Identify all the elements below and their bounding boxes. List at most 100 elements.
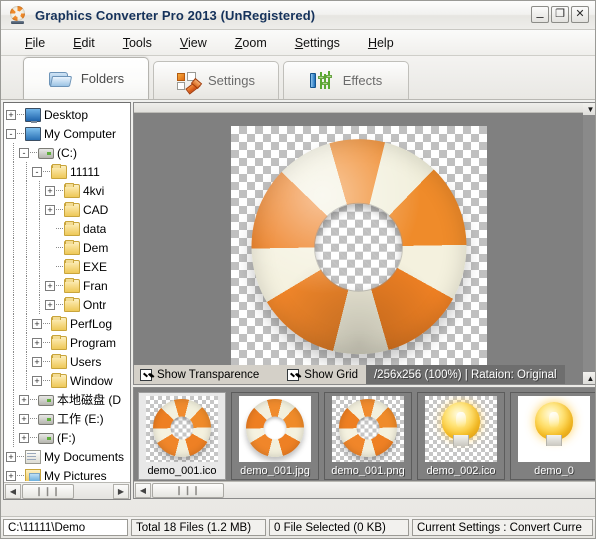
tree-item[interactable]: - My Computer [6, 124, 130, 143]
menu-item-help[interactable]: Help [354, 33, 408, 53]
tab-effects[interactable]: Effects [283, 61, 409, 99]
tree-expand-icon[interactable]: + [6, 109, 16, 120]
tree-scroll-right-button[interactable]: ▶ [113, 483, 129, 499]
tree-item[interactable]: + PerfLog [6, 314, 130, 333]
maximize-button[interactable]: ❐ [551, 6, 569, 23]
thumbnail-horizontal-scrollbar[interactable]: ◀ ❙❙❙ [134, 481, 595, 498]
menu-item-edit[interactable]: Edit [59, 33, 109, 53]
tree-expand-icon[interactable]: + [6, 451, 16, 462]
tree-item-label: (C:) [57, 145, 77, 160]
preview-scroll-track[interactable] [583, 115, 595, 372]
tree-expand-icon[interactable]: + [45, 299, 55, 310]
thumbnail-strip: demo_001.ico demo_001.jpg demo_001.png demo… [133, 387, 595, 499]
tree-collapse-icon[interactable]: - [32, 166, 42, 177]
tree-expand-icon[interactable]: + [32, 356, 42, 367]
status-current-settings: Current Settings : Convert Curre [412, 519, 593, 536]
tree-item[interactable]: + Fran [6, 276, 130, 295]
tree-scroll-left-button[interactable]: ◀ [5, 483, 21, 499]
tree-expand-icon[interactable]: + [19, 413, 29, 424]
tree-item[interactable]: + Users [6, 352, 130, 371]
tree-item-label: Ontr [83, 297, 107, 312]
title-bar: Graphics Converter Pro 2013 (UnRegistere… [1, 1, 595, 30]
menu-item-zoom[interactable]: Zoom [221, 33, 281, 53]
tree-item[interactable]: + Desktop [6, 105, 130, 124]
tree-expand-icon[interactable]: + [6, 470, 16, 481]
thumbnail-scroll-left-button[interactable]: ◀ [135, 482, 151, 498]
thumbnail-scroll-track[interactable] [224, 483, 595, 498]
thumbnail-item[interactable]: demo_001.jpg [231, 392, 319, 480]
thumbnail-label: demo_002.ico [426, 465, 496, 477]
tree-expand-icon[interactable]: + [32, 375, 42, 386]
minimize-button[interactable]: – [531, 6, 549, 23]
show-transparence-checkbox[interactable] [140, 368, 152, 381]
tree-item[interactable]: + (F:) [6, 428, 130, 447]
tree-item[interactable]: + My Documents [6, 447, 130, 466]
show-transparence-group[interactable]: Show Transparence Show Grid [134, 365, 366, 384]
tree-indent [32, 200, 45, 219]
tree-item[interactable]: + CAD [6, 200, 130, 219]
preview-scroll-down-button[interactable]: ▲ [583, 372, 595, 384]
menu-item-tools[interactable]: Tools [109, 33, 166, 53]
window-controls: – ❐ ✕ [531, 6, 589, 23]
tree-indent [19, 181, 32, 200]
maximize-icon: ❐ [555, 8, 565, 20]
tree-indent [19, 238, 32, 257]
thumbnail-label: demo_0 [534, 465, 574, 477]
tree-item[interactable]: + 本地磁盘 (D [6, 390, 130, 409]
tree-item[interactable]: Dem [6, 238, 130, 257]
tree-expand-icon[interactable]: + [45, 204, 55, 215]
folder-icon [64, 277, 80, 293]
tree-item[interactable]: + 工作 (E:) [6, 409, 130, 428]
tree-scroll-track[interactable] [74, 484, 112, 499]
tab-folders-label: Folders [80, 71, 125, 86]
tree-item[interactable]: + Program [6, 333, 130, 352]
tree-item-label: PerfLog [70, 316, 113, 331]
lifebuoy-icon [339, 398, 397, 457]
menu-item-view[interactable]: View [166, 33, 221, 53]
menu-item-settings[interactable]: Settings [281, 33, 354, 53]
folder-tree-scroll[interactable]: + Desktop - My Computer - (C:) -11111 +4kvi + CAD… [4, 103, 130, 481]
folder-icon [64, 182, 80, 198]
tree-item[interactable]: + Ontr [6, 295, 130, 314]
thumbnail-item[interactable]: demo_001.ico [138, 392, 226, 480]
tree-connector [56, 285, 63, 286]
tree-expand-icon[interactable]: + [19, 432, 29, 443]
tree-indent [6, 371, 19, 390]
thumbnail-item[interactable]: demo_001.png [324, 392, 412, 480]
thumbnail-item[interactable]: demo_002.ico [417, 392, 505, 480]
tree-item[interactable]: + My Pictures [6, 466, 130, 481]
thumbnail-item[interactable]: demo_0 [510, 392, 595, 480]
preview-scroll-up-button[interactable]: ▼ [583, 103, 595, 115]
show-grid-checkbox[interactable] [287, 368, 300, 381]
tree-connector [56, 190, 63, 191]
tree-horizontal-scrollbar[interactable]: ◀ ❙❙❙ ▶ [4, 482, 130, 499]
tree-scroll-thumb[interactable]: ❙❙❙ [22, 483, 74, 499]
tab-folders[interactable]: Folders [23, 57, 149, 99]
tree-collapse-icon[interactable]: - [6, 128, 16, 139]
preview-vertical-scrollbar[interactable]: ▼ ▲ [583, 103, 595, 384]
folder-icon [64, 201, 80, 217]
tree-item[interactable]: - (C:) [6, 143, 130, 162]
settings-icon [177, 71, 199, 91]
folder-tree: + Desktop - My Computer - (C:) -11111 +4kvi + CAD… [4, 103, 130, 481]
tree-item[interactable]: data [6, 219, 130, 238]
tab-settings[interactable]: Settings [153, 61, 279, 99]
tree-connector [43, 171, 50, 172]
tree-expand-icon[interactable]: + [19, 394, 29, 405]
tree-item[interactable]: +4kvi [6, 181, 130, 200]
close-button[interactable]: ✕ [571, 6, 589, 23]
tree-item[interactable]: - 11111 [6, 162, 130, 181]
tree-collapse-icon[interactable]: - [19, 147, 29, 158]
tree-item-label: 工作 (E:) [57, 412, 104, 426]
thumbnail-scroll-thumb[interactable]: ❙❙❙ [152, 482, 224, 498]
menu-item-file[interactable]: File [11, 33, 59, 53]
preview-canvas[interactable] [134, 114, 583, 384]
menu-item-label: Help [367, 35, 394, 50]
tree-expand-icon[interactable]: + [45, 280, 55, 291]
tree-item[interactable]: EXE [6, 257, 130, 276]
tree-expand-icon[interactable]: + [45, 185, 55, 196]
tree-expand-icon[interactable]: + [32, 337, 42, 348]
tree-item[interactable]: + Window [6, 371, 130, 390]
tree-expand-icon[interactable]: + [32, 318, 42, 329]
